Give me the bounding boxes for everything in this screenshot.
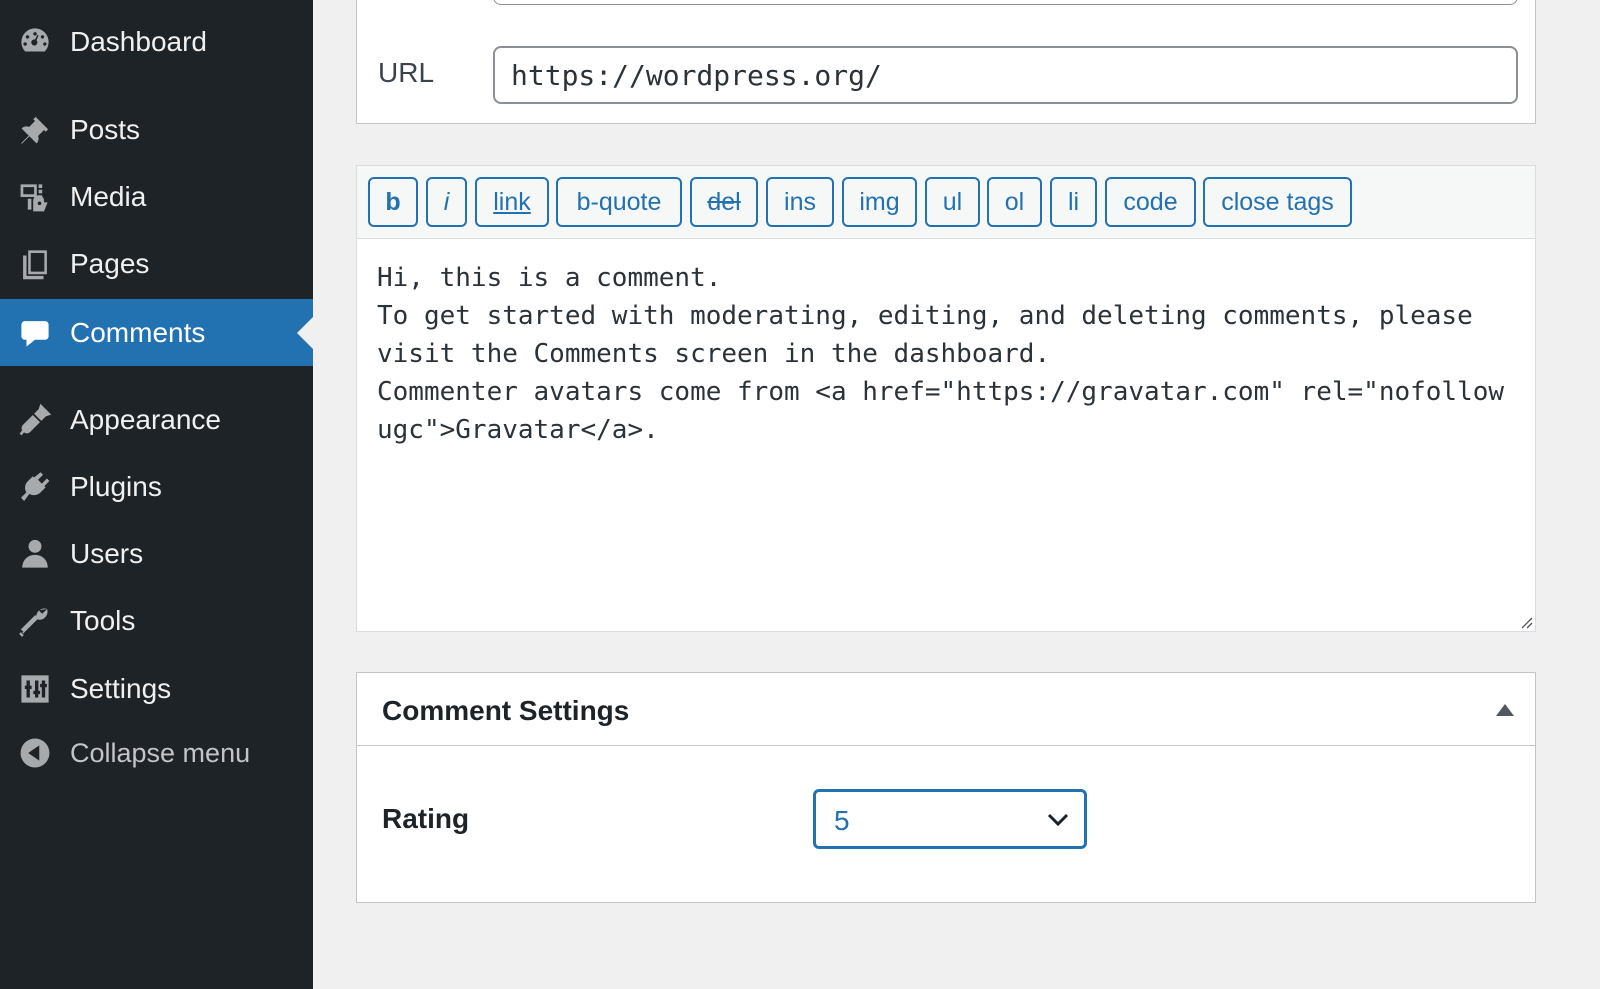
ol-button[interactable]: ol	[987, 177, 1042, 227]
del-button[interactable]: del	[690, 177, 758, 227]
settings-box-title: Comment Settings	[382, 695, 630, 726]
sidebar-item-label: Dashboard	[70, 26, 207, 57]
sidebar-item-label: Pages	[70, 248, 150, 279]
url-input[interactable]	[493, 46, 1518, 104]
ul-button[interactable]: ul	[925, 177, 980, 227]
sidebar-item-tools[interactable]: Tools	[0, 591, 313, 651]
url-label: URL	[378, 57, 435, 88]
author-fields-box: URL	[356, 0, 1536, 124]
li-button[interactable]: li	[1050, 177, 1097, 227]
collapse-menu-label: Collapse menu	[70, 737, 251, 768]
sidebar-item-label: Users	[70, 538, 144, 569]
blockquote-button[interactable]: b-quote	[556, 177, 682, 227]
rating-selected-value: 5	[834, 805, 850, 836]
sidebar-item-pages[interactable]: Pages	[0, 234, 313, 294]
admin-sidebar: Dashboard Posts Media Pages Comments App…	[0, 0, 313, 989]
rating-label: Rating	[382, 803, 470, 834]
dashboard-icon	[17, 24, 53, 60]
code-button[interactable]: code	[1105, 177, 1196, 227]
plugin-icon	[17, 469, 53, 505]
pin-icon	[17, 112, 53, 148]
settings-box-header: Comment Settings	[357, 673, 1535, 746]
collapse-menu-button[interactable]: Collapse menu	[0, 723, 313, 783]
bold-button[interactable]: b	[368, 177, 418, 227]
sidebar-item-plugins[interactable]: Plugins	[0, 457, 313, 517]
italic-button[interactable]: i	[426, 177, 467, 227]
sidebar-item-comments[interactable]: Comments	[0, 299, 313, 366]
sidebar-item-label: Appearance	[70, 404, 222, 435]
sidebar-item-label: Posts	[70, 114, 141, 145]
pages-icon	[17, 246, 53, 282]
sidebar-item-label: Settings	[70, 673, 172, 704]
chevron-down-icon	[1046, 810, 1070, 830]
sidebar-item-label: Media	[70, 181, 147, 212]
sidebar-item-posts[interactable]: Posts	[0, 100, 313, 160]
email-field[interactable]	[493, 0, 1518, 5]
brush-icon	[17, 402, 53, 438]
ins-button[interactable]: ins	[766, 177, 834, 227]
comment-icon	[17, 315, 53, 351]
close-tags-button[interactable]: close tags	[1203, 177, 1352, 227]
sidebar-item-media[interactable]: Media	[0, 167, 313, 227]
wrench-icon	[17, 603, 53, 639]
comment-content-textarea[interactable]: Hi, this is a comment. To get started wi…	[357, 239, 1535, 631]
img-button[interactable]: img	[842, 177, 917, 227]
user-icon	[17, 536, 53, 572]
rating-select[interactable]: 5	[813, 789, 1087, 849]
quicktags-toolbar: b i link b-quote del ins img ul ol li co…	[357, 166, 1535, 239]
resize-handle-icon[interactable]	[1519, 615, 1533, 629]
triangle-up-icon	[1496, 704, 1514, 716]
sidebar-item-label: Plugins	[70, 471, 162, 502]
sidebar-item-settings[interactable]: Settings	[0, 659, 313, 719]
sidebar-item-label: Tools	[70, 605, 136, 636]
comment-settings-box: Comment Settings Rating 5	[356, 672, 1536, 903]
current-indicator-arrow	[297, 316, 313, 349]
link-button[interactable]: link	[475, 177, 549, 227]
sidebar-item-dashboard[interactable]: Dashboard	[0, 12, 313, 72]
settings-sliders-icon	[17, 671, 53, 707]
collapse-toggle-button[interactable]	[1489, 695, 1521, 725]
sidebar-item-label: Comments	[70, 316, 206, 348]
media-icon	[17, 179, 53, 215]
sidebar-item-appearance[interactable]: Appearance	[0, 390, 313, 450]
comment-editor: b i link b-quote del ins img ul ol li co…	[356, 165, 1536, 632]
collapse-arrow-icon	[17, 735, 53, 771]
sidebar-item-users[interactable]: Users	[0, 524, 313, 584]
